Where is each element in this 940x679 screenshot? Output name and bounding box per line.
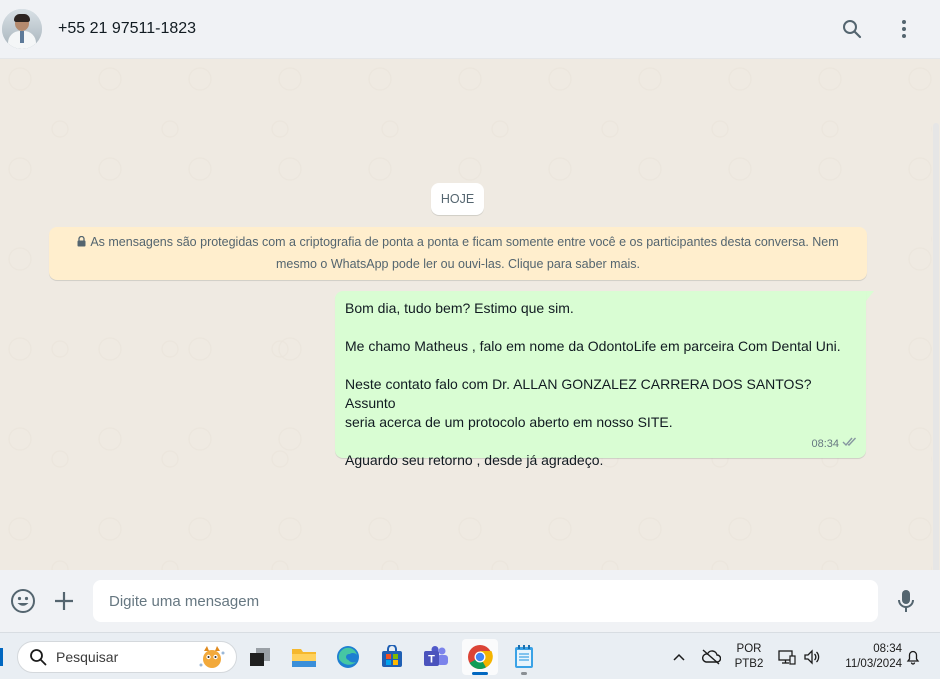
volume-icon[interactable] bbox=[800, 633, 824, 679]
teams-icon[interactable]: T bbox=[418, 639, 454, 675]
encryption-notice-line2: mesmo o WhatsApp pode ler ou ouvi-las. C… bbox=[275, 257, 641, 271]
input-language-indicator[interactable]: POR PTB2 bbox=[732, 642, 766, 672]
windows-taskbar: Pesquisar T POR PTB2 08:34 11/03/2024 bbox=[0, 632, 940, 679]
search-icon bbox=[30, 649, 47, 666]
menu-icon[interactable] bbox=[892, 17, 916, 41]
clock-date: 11/03/2024 bbox=[845, 658, 902, 670]
chrome-icon[interactable] bbox=[462, 639, 498, 675]
message-line: Aguardo seu retorno , desde já agradeço. bbox=[345, 452, 604, 468]
language-code: POR bbox=[736, 643, 762, 655]
message-line: Neste contato falo com Dr. ALLAN GONZALE… bbox=[345, 376, 812, 411]
attach-plus-icon[interactable] bbox=[49, 586, 79, 616]
notepad-icon[interactable] bbox=[506, 639, 542, 675]
microphone-icon[interactable] bbox=[891, 586, 921, 616]
svg-text:T: T bbox=[428, 654, 435, 666]
network-icon[interactable] bbox=[776, 633, 798, 679]
bubble-tail bbox=[866, 291, 874, 301]
search-highlight-icon bbox=[199, 646, 225, 668]
double-check-icon bbox=[842, 435, 858, 454]
encryption-notice-line1: As mensagens são protegidas com a cripto… bbox=[90, 235, 839, 249]
message-composer bbox=[0, 570, 940, 632]
taskbar-search[interactable]: Pesquisar bbox=[17, 641, 237, 673]
clock-time: 08:34 bbox=[873, 643, 902, 655]
message-line: Bom dia, tudo bem? Estimo que sim. bbox=[345, 300, 574, 316]
date-separator: HOJE bbox=[431, 183, 484, 215]
scrollbar-thumb[interactable] bbox=[933, 123, 939, 623]
message-line: seria acerca de um protocolo aberto em n… bbox=[345, 414, 673, 430]
chat-scrollbar[interactable] bbox=[932, 59, 940, 623]
contact-avatar[interactable] bbox=[2, 9, 42, 49]
onedrive-offline-icon[interactable] bbox=[698, 633, 724, 679]
search-icon[interactable] bbox=[840, 17, 864, 41]
notification-bell-icon[interactable] bbox=[903, 633, 923, 679]
start-button-edge[interactable] bbox=[0, 648, 3, 666]
header-actions bbox=[840, 17, 916, 41]
show-hidden-icons-chevron-icon[interactable] bbox=[668, 633, 690, 679]
encryption-notice[interactable]: As mensagens são protegidas com a cripto… bbox=[49, 227, 867, 280]
emoji-icon[interactable] bbox=[8, 586, 38, 616]
message-line: Me chamo Matheus , falo em nome da Odont… bbox=[345, 338, 841, 354]
keyboard-layout: PTB2 bbox=[734, 658, 764, 670]
running-indicator bbox=[472, 672, 488, 675]
message-input[interactable] bbox=[93, 580, 878, 622]
task-view-icon[interactable] bbox=[242, 639, 278, 675]
lock-icon bbox=[77, 233, 86, 254]
contact-name[interactable]: +55 21 97511-1823 bbox=[58, 20, 196, 38]
file-explorer-icon[interactable] bbox=[286, 639, 322, 675]
edge-browser-icon[interactable] bbox=[330, 639, 366, 675]
message-meta: 08:34 bbox=[811, 435, 858, 454]
outgoing-message[interactable]: Bom dia, tudo bem? Estimo que sim. Me ch… bbox=[335, 291, 866, 468]
taskbar-search-label: Pesquisar bbox=[56, 649, 119, 665]
running-indicator bbox=[521, 672, 527, 675]
microsoft-store-icon[interactable] bbox=[374, 639, 410, 675]
message-time: 08:34 bbox=[811, 438, 839, 450]
chat-header: +55 21 97511-1823 bbox=[0, 0, 940, 59]
system-clock[interactable]: 08:34 11/03/2024 bbox=[832, 642, 902, 672]
